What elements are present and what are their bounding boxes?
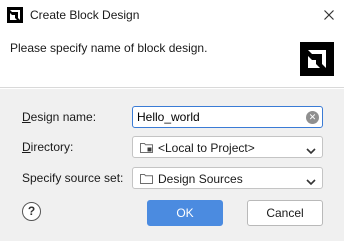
folder-icon: [140, 173, 153, 187]
design-name-input[interactable]: [133, 107, 301, 127]
design-name-label: Design name:: [22, 110, 97, 124]
title-bar: Create Block Design: [0, 0, 344, 30]
directory-value: <Local to Project>: [158, 141, 255, 155]
clear-icon[interactable]: ✕: [306, 111, 319, 124]
close-icon[interactable]: [314, 0, 344, 30]
instruction-text: Please specify name of block design.: [10, 41, 208, 55]
help-button[interactable]: ?: [22, 202, 41, 221]
amd-logo-icon: [300, 42, 334, 76]
source-set-label: Specify source set:: [22, 171, 124, 185]
chevron-down-icon: [306, 175, 316, 189]
dialog-header: Please specify name of block design.: [0, 30, 344, 88]
directory-label: Directory:: [22, 140, 74, 154]
window-title: Create Block Design: [30, 8, 140, 22]
amd-logo-icon: [7, 7, 23, 23]
ok-button[interactable]: OK: [147, 200, 223, 226]
source-set-value: Design Sources: [158, 172, 243, 186]
cancel-button[interactable]: Cancel: [247, 200, 323, 226]
dialog-content: Design name: ✕ Directory: <Local to Proj…: [0, 89, 344, 241]
directory-select[interactable]: <Local to Project>: [132, 136, 323, 158]
chevron-down-icon: [306, 144, 316, 158]
design-name-field[interactable]: ✕: [132, 106, 323, 128]
source-set-select[interactable]: Design Sources: [132, 167, 323, 189]
folder-icon: [140, 142, 153, 156]
